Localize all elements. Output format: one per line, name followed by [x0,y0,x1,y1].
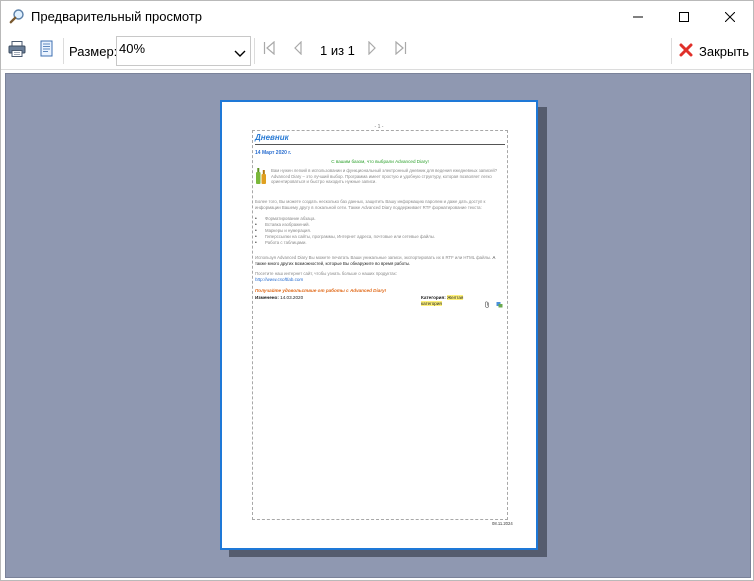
category-label: Категория: [421,295,446,300]
next-page-button[interactable] [364,40,380,60]
zoom-value: 40% [119,41,146,56]
entry-paragraph: Посетите наш интернет сайт, чтобы узнать… [255,271,398,276]
next-page-icon [367,40,377,60]
toolbar-separator [63,38,64,64]
entry-paragraph: Используя Advanced Diary Вы можете печат… [255,255,505,266]
close-preview-button[interactable]: Закрыть [679,38,749,64]
modified-value: 14.03.2020 [280,295,304,300]
category-info: Категория: Желтая категория [421,295,481,306]
preview-page: - 1 - Дневник 14 Март 2020 г. С вашим ба… [220,100,538,550]
magnifier-icon [9,8,25,24]
page-setup-button[interactable] [35,39,59,63]
print-button[interactable] [5,39,29,63]
maximize-button[interactable] [661,1,707,32]
preview-area[interactable]: - 1 - Дневник 14 Март 2020 г. С вашим ба… [5,73,751,578]
toolbar-separator [254,38,255,64]
window-close-button[interactable] [707,1,753,32]
close-button-label: Закрыть [699,43,750,59]
zoom-select[interactable]: 40% [116,36,251,66]
zoom-label: Размер: [69,44,118,59]
minimize-button[interactable] [615,1,661,32]
website-link: http://www.csoftlab.com [255,277,304,282]
page-setup-icon [39,40,55,63]
first-page-icon [263,40,275,60]
entry-paragraph: Вам нужен легкий в использовании и функц… [271,168,498,185]
close-icon [679,43,693,60]
toolbar-separator [671,38,672,64]
bottle-image-icon [255,167,267,185]
entry-paragraph: Более того, Вы можете создать несколько … [255,199,486,210]
entry-date: 14 Март 2020 г. [255,150,292,156]
attachment-icon [484,295,490,308]
previous-page-icon [293,40,303,60]
list-item: Работа с таблицами. [255,240,505,246]
previous-page-button[interactable] [290,40,306,60]
last-page-button[interactable] [393,40,409,60]
printer-icon [8,40,26,63]
paragraph-text: Используя Advanced Diary Вы можете печат… [255,255,492,260]
title-bar: Предварительный просмотр [1,1,753,32]
page-footer-date: 08.11.2024 [492,521,513,526]
entry-heading: С вашим базом, что выбрали Advanced Diar… [331,159,429,164]
modified-label: Изменено: [255,295,279,300]
title-divider [255,144,505,145]
print-preview-window: Предварительный просмотр Размер: 40% 1 и… [0,0,754,581]
printable-area: Дневник 14 Март 2020 г. С вашим базом, ч… [252,130,508,520]
reminder-icon [496,295,503,308]
feature-list: Форматирование абзаца. Вставка изображен… [255,216,505,246]
modified-info: Изменено: 14.03.2020 [255,295,303,300]
chevron-down-icon [234,46,246,64]
first-page-button[interactable] [261,40,277,60]
document-title: Дневник [255,133,289,142]
last-page-icon [395,40,407,60]
page-indicator: 1 из 1 [320,43,355,58]
promo-line: Получайте удовольствие от работы с Advan… [255,288,387,293]
toolbar: Размер: 40% 1 из 1 Закрыть [1,32,753,70]
window-title: Предварительный просмотр [31,9,203,24]
